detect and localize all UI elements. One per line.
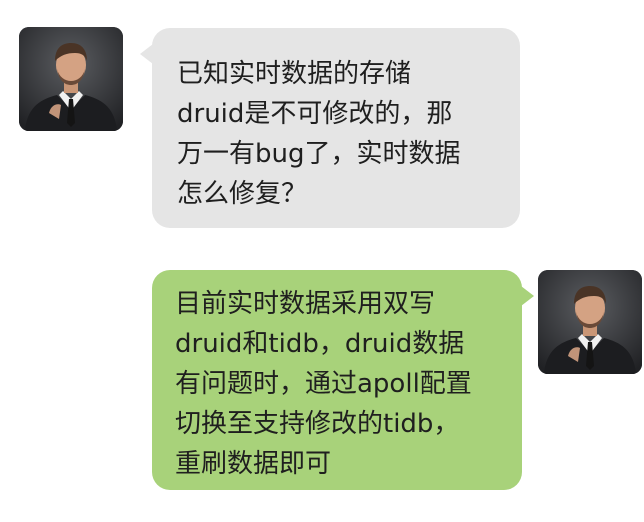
sender-avatar[interactable] (19, 27, 123, 131)
receiver-avatar[interactable] (538, 270, 642, 374)
message-line: 怎么修复？ (177, 179, 308, 209)
message-line: 有问题时，通过apoll配置 (175, 369, 472, 399)
message-line: 万一有bug了，实时数据 (177, 139, 461, 169)
man-in-suit-avatar-icon (538, 270, 642, 374)
message-line: druid和tidb，druid数据 (175, 329, 465, 359)
message-line: 切换至支持修改的tidb， (175, 409, 460, 439)
message-line: 已知实时数据的存储 (177, 59, 412, 89)
message-line: 重刷数据即可 (175, 449, 332, 479)
outgoing-message-bubble[interactable]: 目前实时数据采用双写 druid和tidb，druid数据 有问题时，通过apo… (152, 270, 534, 490)
message-line: 目前实时数据采用双写 (175, 289, 436, 319)
message-line: druid是不可修改的，那 (177, 99, 453, 129)
man-in-suit-avatar-icon (19, 27, 123, 131)
incoming-message-bubble[interactable]: 已知实时数据的存储 druid是不可修改的，那 万一有bug了，实时数据 怎么修… (140, 28, 520, 228)
